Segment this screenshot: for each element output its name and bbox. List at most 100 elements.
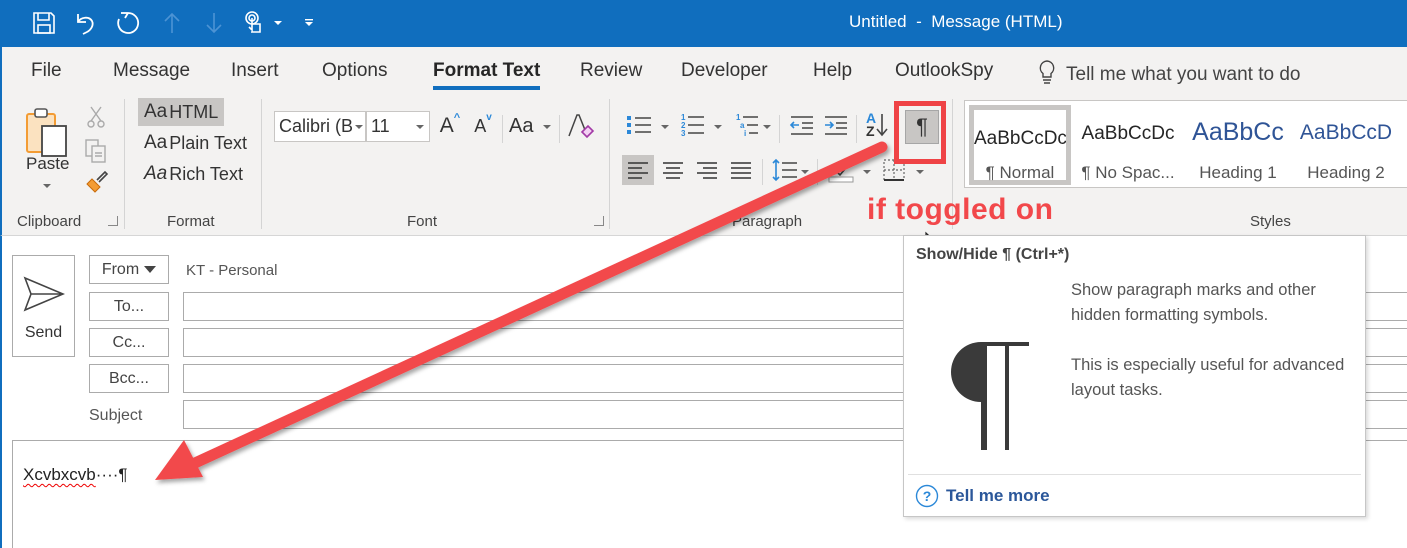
style-heading-2[interactable]: AaBbCcD Heading 2 — [1295, 105, 1397, 185]
format-html-label: HTML — [169, 101, 219, 122]
paste-button-label[interactable]: Paste — [26, 154, 69, 174]
touch-mode-icon[interactable] — [240, 8, 268, 38]
multilevel-list-icon[interactable]: 1ai — [733, 111, 761, 139]
borders-dropdown-icon[interactable] — [916, 170, 924, 174]
help-icon: ? — [915, 484, 939, 508]
format-plain-text-option[interactable]: Aa Plain Text — [138, 129, 253, 157]
style-name: Heading 1 — [1199, 163, 1277, 182]
tab-file[interactable]: File — [31, 60, 62, 82]
show-hide-formatting-button[interactable]: ¶ — [905, 110, 939, 144]
font-group-label: Font — [407, 213, 438, 230]
ribbon-tabs: File Message Insert Options Format Text … — [0, 47, 1407, 95]
tell-me-more-label: Tell me more — [946, 486, 1050, 505]
aa-glyph: Aa — [144, 132, 168, 153]
font-launcher-icon[interactable] — [594, 216, 604, 226]
outlook-compose-window: Untitled - Message (HTML) File Message I… — [0, 0, 1407, 548]
style-no-spacing[interactable]: AaBbCcDc ¶ No Spac... — [1077, 105, 1179, 185]
format-rich-text-label: Rich Text — [169, 163, 243, 184]
misspelled-word: Xcvbxcvb — [23, 465, 96, 484]
change-case-button[interactable]: Aa — [509, 112, 551, 140]
style-normal[interactable]: AaBbCcDc ¶ Normal — [969, 105, 1071, 185]
formatting-marks: ····¶ — [95, 465, 128, 484]
tooltip-note: This is especially useful for advanced l… — [1071, 356, 1345, 399]
chevron-down-icon — [543, 125, 551, 129]
style-name: Heading 2 — [1307, 163, 1385, 182]
style-preview: AaBbCcDc — [974, 128, 1066, 149]
cc-button[interactable]: Cc... — [89, 328, 169, 357]
tab-review[interactable]: Review — [580, 60, 642, 82]
paste-dropdown-icon[interactable] — [43, 184, 51, 188]
customize-qat-icon[interactable] — [302, 8, 316, 38]
align-left-button[interactable] — [622, 155, 654, 185]
window-title: Untitled - Message (HTML) — [849, 12, 1063, 31]
body-text: Xcvbxcvb····¶ — [23, 465, 128, 485]
grow-font-button[interactable]: A ^ — [438, 112, 462, 140]
style-heading-1[interactable]: AaBbCc Heading 1 — [1187, 105, 1289, 185]
tab-help[interactable]: Help — [813, 60, 852, 82]
sort-icon[interactable]: AZ — [862, 109, 892, 141]
copy-icon — [83, 137, 109, 165]
next-item-icon — [202, 8, 226, 38]
tab-options[interactable]: Options — [322, 60, 387, 82]
increase-indent-icon[interactable] — [822, 111, 850, 139]
align-center-button[interactable] — [658, 155, 688, 185]
font-name-combo[interactable]: Calibri (B — [274, 111, 366, 142]
subject-label: Subject — [89, 407, 143, 424]
clipboard-group-label: Clipboard — [17, 213, 82, 230]
justify-button[interactable] — [726, 155, 756, 185]
decrease-indent-icon[interactable] — [788, 111, 816, 139]
bcc-button[interactable]: Bcc... — [89, 364, 169, 393]
send-button[interactable]: Send — [12, 255, 75, 357]
format-painter-icon[interactable] — [84, 169, 110, 195]
borders-icon[interactable] — [879, 155, 909, 185]
clipboard-launcher-icon[interactable] — [108, 216, 118, 226]
tell-me-search[interactable]: Tell me what you want to do — [1038, 59, 1300, 91]
chevron-down-icon — [355, 125, 363, 129]
send-label: Send — [24, 324, 63, 341]
tab-outlookspy[interactable]: OutlookSpy — [895, 60, 993, 82]
align-left-icon — [628, 162, 648, 179]
shading-icon[interactable] — [827, 155, 857, 185]
shrink-font-button[interactable]: Av — [471, 112, 495, 140]
clear-formatting-icon[interactable] — [566, 111, 596, 141]
font-size-combo[interactable]: 11 — [366, 111, 430, 142]
format-html-option[interactable]: Aa HTML — [138, 98, 225, 126]
redo-icon[interactable] — [114, 8, 142, 38]
tell-me-more-link[interactable]: ? Tell me more — [915, 484, 1050, 508]
chevron-down-icon — [144, 266, 157, 273]
justify-icon — [731, 162, 751, 179]
save-icon[interactable] — [30, 8, 58, 38]
svg-text:?: ? — [923, 488, 932, 504]
svg-text:3: 3 — [681, 129, 686, 138]
tab-developer[interactable]: Developer — [681, 60, 768, 82]
numbering-icon[interactable]: 123 — [678, 111, 706, 139]
format-rich-text-option[interactable]: Aa Rich Text — [138, 160, 249, 188]
styles-gallery: AaBbCcDc ¶ Normal AaBbCcDc ¶ No Spac... … — [964, 100, 1407, 188]
numbering-dropdown-icon[interactable] — [714, 125, 722, 129]
show-hide-tooltip: Show/Hide ¶ (Ctrl+*) Show paragraph mark… — [903, 235, 1366, 517]
aa-glyph: Aa — [144, 163, 168, 184]
bullets-icon[interactable] — [625, 111, 653, 139]
line-spacing-icon[interactable] — [770, 155, 800, 185]
tab-message[interactable]: Message — [113, 60, 190, 82]
undo-icon[interactable] — [72, 8, 100, 38]
send-icon — [23, 276, 65, 312]
style-preview: AaBbCc — [1192, 118, 1284, 146]
tab-insert[interactable]: Insert — [231, 60, 279, 82]
tab-format-text[interactable]: Format Text — [433, 60, 541, 90]
to-button[interactable]: To... — [89, 292, 169, 321]
multilevel-dropdown-icon[interactable] — [763, 125, 771, 129]
svg-text:i: i — [744, 129, 746, 138]
font-size-value: 11 — [371, 116, 390, 136]
grow-font-icon: A — [439, 114, 454, 137]
bullets-dropdown-icon[interactable] — [661, 125, 669, 129]
format-group-label: Format — [167, 213, 215, 230]
from-label: From — [101, 260, 140, 278]
pilcrow-icon: ¶ — [916, 114, 928, 139]
shading-dropdown-icon[interactable] — [863, 170, 871, 174]
from-account: KT - Personal — [186, 262, 278, 279]
from-button[interactable]: From — [89, 255, 169, 284]
touch-mode-dropdown-icon[interactable] — [272, 8, 284, 38]
align-right-button[interactable] — [692, 155, 722, 185]
line-spacing-dropdown-icon[interactable] — [801, 170, 809, 174]
